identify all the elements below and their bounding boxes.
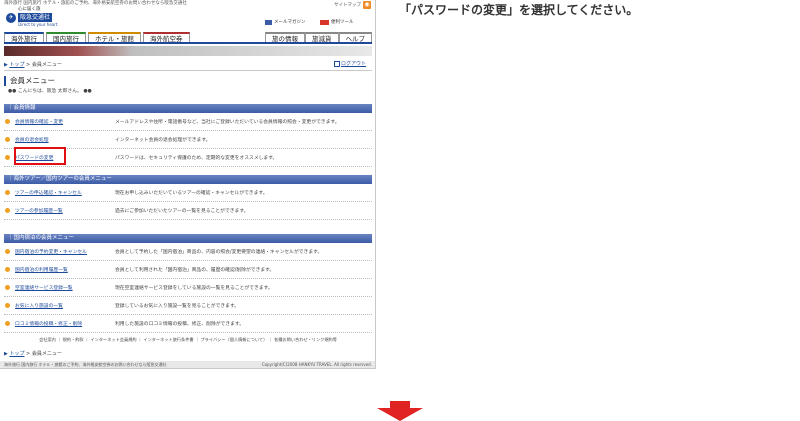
section-header-domestic-stay: ｜国内宿泊の会員メニュー [4,234,372,243]
bullet-icon [5,137,10,142]
menu-row: ツアーの参加履歴一覧 過去にご参加いただいたツアーの一覧を見ることができます。 [4,202,372,220]
triangle-icon: ▶ [4,351,8,357]
menu-row: 国内宿泊の利用履歴一覧 会員として利用された「国内宿泊」商品の、履歴の確認/削除… [4,261,372,279]
greeting-text: こんにちは、阪急 太郎さん。 [17,89,82,94]
logo[interactable]: 心に届く旅 ✈ 阪急交通社 Direct to your heart [4,6,57,28]
logo-mark-icon: ✈ [6,13,16,23]
triangle-icon: ▶ [4,62,8,68]
withdraw-link[interactable]: 会員の退会処理 [15,136,115,143]
member-info-link[interactable]: 会員情報の確認・変更 [15,118,115,125]
tab-domestic-travel[interactable]: 国内旅行 [46,32,86,43]
menu-row: 口コミ情報の投稿・修正・削除 利用した施設の口コミ情報の投稿、修正、削除ができま… [4,315,372,333]
stay-history-link[interactable]: 国内宿泊の利用履歴一覧 [15,266,115,273]
bullet-icon [5,321,10,326]
copyright: Copyright(C)2008 HANKYU TRAVEL. All righ… [261,362,372,367]
vacancy-alert-link[interactable]: 空室連絡サービス登録一覧 [15,284,115,291]
highlight-box [14,147,66,165]
tools-link[interactable]: 便利ツール [320,19,354,25]
menu-desc: 現在空室連絡サービス登録をしている施設の一覧を見ることができます。 [115,286,273,291]
menu-desc: 現在お申し込みいただいているツアーの確認・キャンセルができます。 [115,191,268,196]
menu-desc: 過去にご参加いただいたツアーの一覧を見ることができます。 [115,209,249,214]
footer-text: 海外旅行 国内旅行 ホテル・旅館のご予約、海外格安航空券のお問い合わせなら阪急交… [4,362,167,367]
mail-magazine-label: メールマガジン [274,20,306,25]
breadcrumb-sep: > [24,351,32,357]
bullet-icon [5,155,10,160]
section-title: 国内宿泊の会員メニュー [13,235,75,241]
mail-icon [265,19,272,25]
breadcrumb-sep: > [24,62,32,68]
menu-row: 会員情報の確認・変更 メールアドレスや住所・電話番号など、当社にご登録いただいて… [4,113,372,131]
menu-desc: 会員として利用された「国内宿泊」商品の、履歴の確認/削除ができます。 [115,268,275,273]
down-arrow-icon [377,401,423,421]
menu-desc: パスワードは、セキュリティ保護のため、定期的な変更をオススメします。 [115,156,278,161]
logo-name: 阪急交通社 [18,13,53,22]
logo-sub: Direct to your heart [18,22,58,27]
header-banner [4,46,372,56]
logout-label: ログアウト [341,61,367,67]
logout-icon [334,60,340,67]
logout-link[interactable]: ログアウト [334,60,366,67]
breadcrumb-current: 会員メニュー [31,351,62,357]
tour-booking-link[interactable]: ツアーの申込確認・キャンセル [15,189,115,196]
mail-magazine-link[interactable]: メールマガジン [265,19,306,25]
section-header-member-info: ｜会員情報 [4,104,372,113]
menu-desc: メールアドレスや住所・電話番号など、当社にご登録いただいている会員情報の照会・変… [115,120,340,125]
stay-booking-link[interactable]: 国内宿泊の予約変更・キャンセル [15,248,115,255]
bullet-icon [5,119,10,124]
section-title: 海外ツアー／国内ツアーの会員メニュー [13,176,112,182]
tab-travel-info[interactable]: 旅の情報 [265,32,305,43]
menu-desc: 登録しているお気に入り施設一覧を見ることができます。 [115,304,240,309]
breadcrumb-top[interactable]: トップ [9,62,24,68]
bullet-icon [5,267,10,272]
tools-label: 便利ツール [331,20,354,25]
menu-row: お気に入り施設の一覧 登録しているお気に入り施設一覧を見ることができます。 [4,297,372,315]
tab-hotel[interactable]: ホテル・旅館 [88,32,141,43]
review-link[interactable]: 口コミ情報の投稿・修正・削除 [15,320,115,327]
rss-icon[interactable]: ◉ [363,1,371,9]
bullet-icon [5,190,10,195]
footer-bar: 海外旅行 国内旅行 ホテル・旅館のご予約、海外格安航空券のお問い合わせなら阪急交… [0,361,375,368]
section-header-tours: ｜海外ツアー／国内ツアーの会員メニュー [4,175,372,184]
tab-help[interactable]: ヘルプ [338,32,372,43]
logo-tagline: 心に届く旅 [18,7,41,12]
footer-links[interactable]: 会社案内 ｜ 規約・約款 ｜ インターネット会員規約 ｜ インターネット旅行条件… [0,337,375,343]
bullet-icon [5,285,10,290]
tour-history-link[interactable]: ツアーの参加履歴一覧 [15,207,115,214]
bullet-icon [5,249,10,254]
sitemap-link[interactable]: サイトマップ [334,2,361,8]
global-nav: 海外旅行 国内旅行 ホテル・旅館 海外航空券 旅の情報 旅減貨 ヘルプ [4,32,372,44]
screenshot-frame: 海外旅行 国内旅行 ホテル・旅館のご予約、海外格安航空券のお問い合わせなら阪急交… [0,0,376,369]
tab-travel-goods[interactable]: 旅減貨 [305,32,339,43]
bullet-icon [5,303,10,308]
breadcrumb-current: 会員メニュー [31,62,62,68]
breadcrumb: ▶ トップ > 会員メニュー [4,61,62,68]
menu-desc: インターネット会員の退会処理ができます。 [115,138,211,143]
page-title: 会員メニュー [4,76,55,86]
greeting: ●● こんにちは、阪急 太郎さん。 ●● [8,89,92,94]
menu-desc: 利用した施設の口コミ情報の投稿、修正、削除ができます。 [115,322,245,327]
menu-desc: 会員として予約した「国内宿泊」商品の、内容の照会/変更要望の連絡・キャンセルがで… [115,250,323,255]
bullet-icon [5,208,10,213]
tools-icon [320,19,329,25]
section-title: 会員情報 [13,105,36,111]
bottom-breadcrumb: ▶ トップ > 会員メニュー [4,350,62,357]
menu-row: 空室連絡サービス登録一覧 現在空室連絡サービス登録をしている施設の一覧を見ること… [4,279,372,297]
top-bar-text: 海外旅行 国内旅行 ホテル・旅館のご予約、海外格安航空券のお問い合わせなら阪急交… [4,1,187,6]
menu-row: ツアーの申込確認・キャンセル 現在お申し込みいただいているツアーの確認・キャンセ… [4,184,372,202]
tab-overseas-travel[interactable]: 海外旅行 [4,32,44,43]
breadcrumb-top[interactable]: トップ [9,351,24,357]
instruction-text: 「パスワードの変更」を選択してください。 [399,3,639,17]
menu-row: 国内宿泊の予約変更・キャンセル 会員として予約した「国内宿泊」商品の、内容の照会… [4,243,372,261]
divider [4,70,372,71]
favorites-link[interactable]: お気に入り施設の一覧 [15,302,115,309]
tab-flights[interactable]: 海外航空券 [143,32,190,43]
